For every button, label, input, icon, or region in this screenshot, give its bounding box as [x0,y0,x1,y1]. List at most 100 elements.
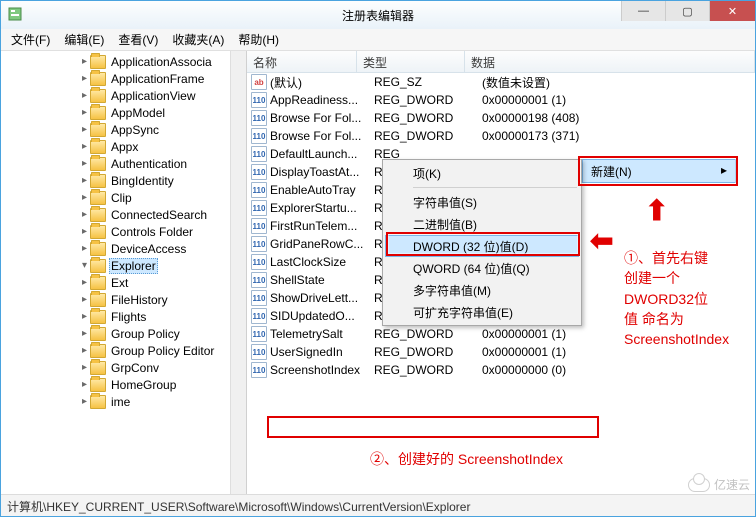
tree-item[interactable]: ▸Authentication [1,155,246,172]
tree-item-label: Group Policy Editor [109,344,216,358]
tree-item[interactable]: ▸ Clip [1,189,246,206]
tree-item[interactable]: ▸Ext [1,274,246,291]
close-button[interactable]: ✕ [709,1,755,21]
tree-item[interactable]: ▸Controls Folder [1,223,246,240]
tree-item[interactable]: ▸Flights [1,308,246,325]
menu-item[interactable]: 字符串值(S) [385,191,579,213]
expand-icon[interactable]: ▸ [79,73,90,84]
tree-item[interactable]: ▾Explorer [1,257,246,274]
tree-item[interactable]: ▸ AppModel [1,104,246,121]
expand-icon[interactable]: ▸ [79,124,90,135]
table-row[interactable]: ab(默认)REG_SZ(数值未设置) [247,73,755,91]
expand-icon[interactable]: ▸ [79,277,90,288]
folder-icon [90,106,106,120]
tree-item[interactable]: ▸GrpConv [1,359,246,376]
expand-icon[interactable]: ▸ [79,158,90,169]
expand-icon[interactable]: ▸ [79,345,90,356]
expand-icon[interactable]: ▸ [79,362,90,373]
list-header[interactable]: 名称 类型 数据 [247,51,755,73]
expand-icon[interactable]: ▸ [79,396,90,407]
expand-icon[interactable]: ▸ [79,90,90,101]
tree-item-label: ApplicationFrame [109,72,206,86]
cell-name: EnableAutoTray [270,183,374,197]
menu-item[interactable]: 项(K) [385,162,579,184]
tree-item[interactable]: ▸ ApplicationFrame [1,70,246,87]
col-data[interactable]: 数据 [465,51,755,72]
tree-item[interactable]: ▸ime [1,393,246,410]
tree-item[interactable]: ▸AppSync [1,121,246,138]
value-type-icon: 110 [251,254,267,270]
menu-item[interactable]: DWORD (32 位)值(D) [385,235,579,257]
table-row[interactable]: 110Browse For Fol...REG_DWORD0x00000198 … [247,109,755,127]
col-name[interactable]: 名称 [247,51,357,72]
expand-icon[interactable]: ▸ [79,209,90,220]
folder-icon [90,276,106,290]
menu-file[interactable]: 文件(F) [5,29,56,50]
tree-item[interactable]: ▸ApplicationView [1,87,246,104]
chevron-right-icon: ▸ [721,163,727,177]
folder-icon [90,361,106,375]
minimize-button[interactable]: — [621,1,665,21]
table-row[interactable]: 110AppReadiness...REG_DWORD0x00000001 (1… [247,91,755,109]
tree-item-label: AppModel [109,106,167,120]
menu-item[interactable]: QWORD (64 位)值(Q) [385,257,579,279]
tree-item-label: ConnectedSearch [109,208,209,222]
menu-item[interactable]: 二进制值(B) [385,213,579,235]
title-bar[interactable]: 注册表编辑器 — ▢ ✕ [1,1,755,29]
menu-item[interactable]: 多字符串值(M) [385,279,579,301]
menu-fav[interactable]: 收藏夹(A) [166,29,230,50]
tree: ▸ApplicationAssocia▸ApplicationFrame▸App… [1,51,246,410]
value-type-icon: 110 [251,308,267,324]
expand-icon[interactable]: ▸ [79,311,90,322]
maximize-button[interactable]: ▢ [665,1,709,21]
tree-item[interactable]: ▸HomeGroup [1,376,246,393]
tree-item[interactable]: ▸Appx [1,138,246,155]
tree-item[interactable]: ▸ApplicationAssocia [1,53,246,70]
expand-icon[interactable]: ▸ [79,175,90,186]
expand-icon[interactable]: ▸ [79,243,90,254]
menu-item[interactable]: 可扩充字符串值(E) [385,301,579,323]
expand-icon[interactable]: ▸ [79,226,90,237]
expand-icon[interactable]: ▸ [79,141,90,152]
cell-data: 0x00000001 (1) [482,327,755,341]
expand-icon[interactable]: ▾ [79,260,90,271]
tree-item[interactable]: ▸BingIdentity [1,172,246,189]
expand-icon[interactable]: ▸ [79,107,90,118]
tree-item[interactable]: ▸Group Policy [1,325,246,342]
window-frame: 注册表编辑器 — ▢ ✕ 文件(F) 编辑(E) 查看(V) 收藏夹(A) 帮助… [0,0,756,517]
context-menu-new[interactable]: 项(K) 字符串值(S)二进制值(B)DWORD (32 位)值(D)QWORD … [382,159,582,326]
menu-edit[interactable]: 编辑(E) [58,29,110,50]
expand-icon[interactable]: ▸ [79,328,90,339]
value-type-icon: 110 [251,128,267,144]
folder-icon [90,225,106,239]
expand-icon[interactable]: ▸ [79,192,90,203]
expand-icon[interactable]: ▸ [79,294,90,305]
tree-item[interactable]: ▸FileHistory [1,291,246,308]
menu-help[interactable]: 帮助(H) [232,29,285,50]
watermark: 亿速云 [688,476,750,493]
expand-icon[interactable]: ▸ [79,379,90,390]
watermark-text: 亿速云 [714,476,750,493]
tree-item[interactable]: ▸ Group Policy Editor [1,342,246,359]
cell-name: LastClockSize [270,255,374,269]
table-row[interactable]: 110UserSignedInREG_DWORD0x00000001 (1) [247,343,755,361]
tree-scrollbar[interactable] [230,51,246,494]
tree-item-label: Clip [109,191,134,205]
cell-type: REG_DWORD [374,345,482,359]
menu-view[interactable]: 查看(V) [112,29,164,50]
folder-icon [90,310,106,324]
folder-icon [90,157,106,171]
context-new-header[interactable]: 新建(N) ▸ [582,159,736,183]
col-type[interactable]: 类型 [357,51,465,72]
table-row[interactable]: 110Browse For Fol...REG_DWORD0x00000173 … [247,127,755,145]
tree-item[interactable]: ▸ ConnectedSearch [1,206,246,223]
value-type-icon: 110 [251,362,267,378]
cell-data: 0x00000000 (0) [482,363,755,377]
tree-item[interactable]: ▸DeviceAccess [1,240,246,257]
cell-name: Browse For Fol... [270,111,374,125]
expand-icon[interactable]: ▸ [79,56,90,67]
table-row[interactable]: 110TelemetrySaltREG_DWORD0x00000001 (1) [247,325,755,343]
tree-pane[interactable]: ▸ApplicationAssocia▸ApplicationFrame▸App… [1,51,247,494]
table-row[interactable]: 110ScreenshotIndexREG_DWORD0x00000000 (0… [247,361,755,379]
app-icon [7,6,23,22]
